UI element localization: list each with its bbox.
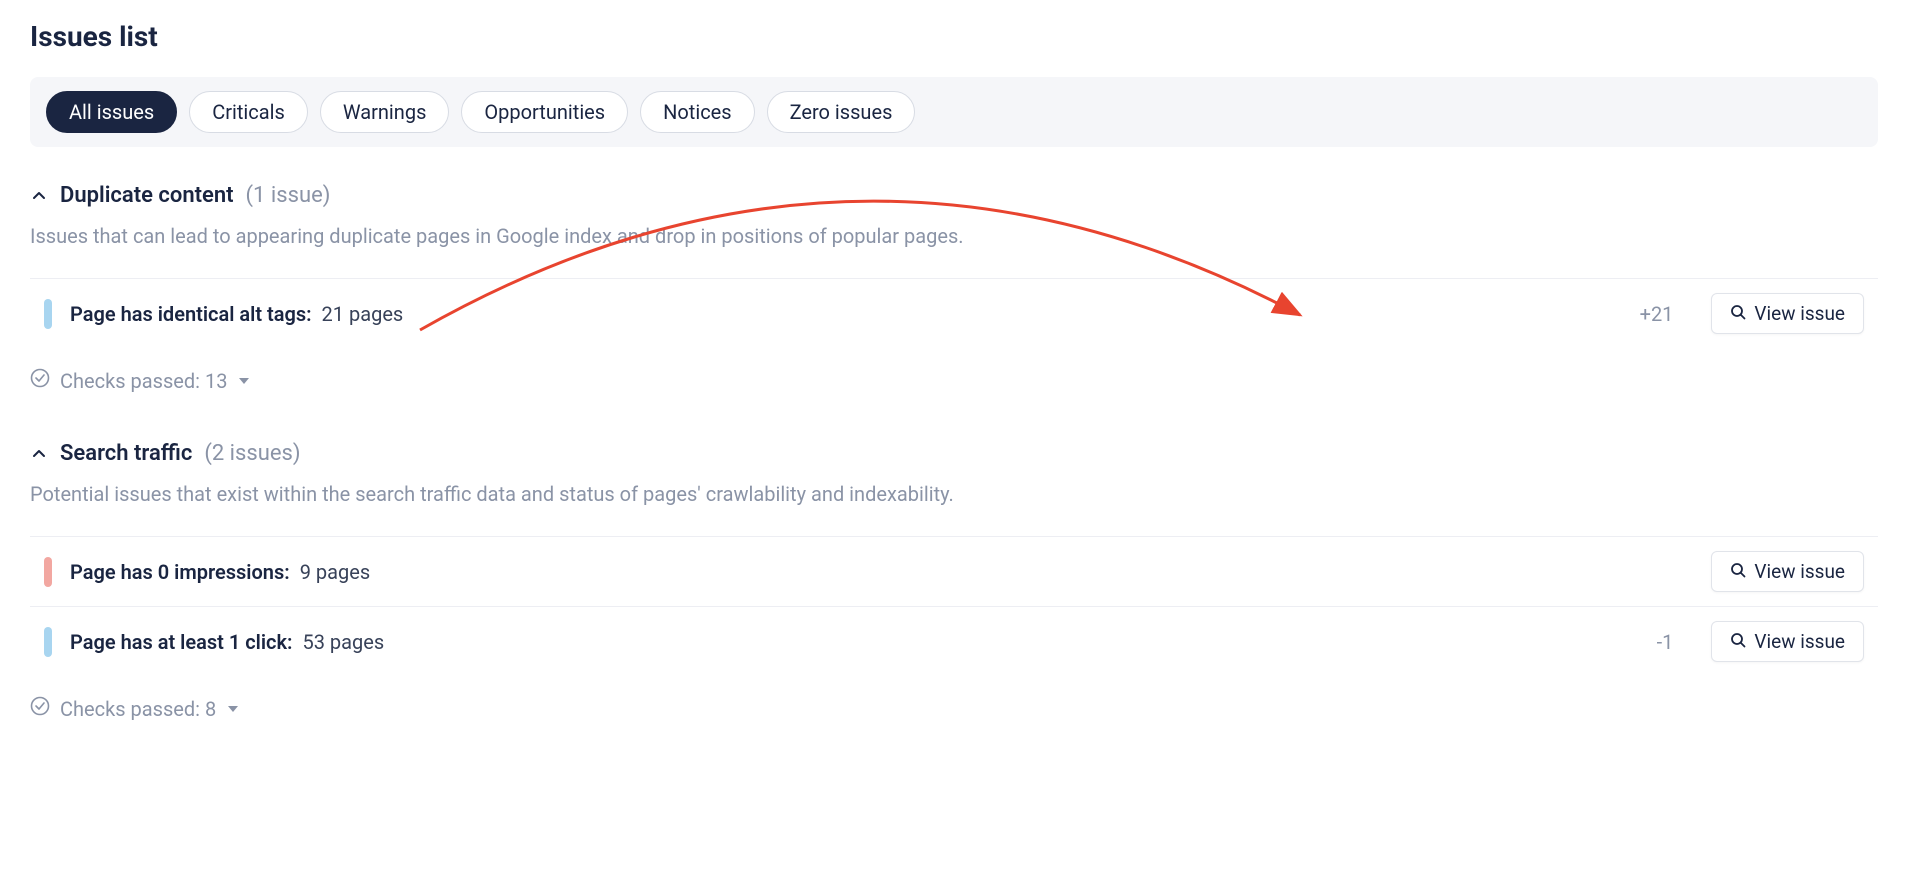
filter-bar: All issues Criticals Warnings Opportunit… [30, 77, 1878, 147]
issue-text: Page has 0 impressions: 9 pages [70, 560, 370, 584]
severity-indicator [44, 627, 52, 657]
issue-pages-count: 53 pages [302, 630, 384, 654]
page-title: Issues list [30, 20, 1878, 53]
chevron-up-icon [30, 187, 48, 205]
checks-passed-duplicate[interactable]: Checks passed: 13 [30, 368, 1878, 393]
view-issue-button[interactable]: View issue [1711, 551, 1864, 592]
view-issue-label: View issue [1754, 630, 1845, 653]
check-circle-icon [30, 368, 50, 393]
section-description: Potential issues that exist within the s… [30, 480, 1878, 508]
chevron-up-icon [30, 445, 48, 463]
issues-list-container: Issues list All issues Criticals Warning… [30, 20, 1878, 721]
section-search-traffic: Search traffic (2 issues) Potential issu… [30, 441, 1878, 721]
issue-title: Page has at least 1 click: [70, 630, 293, 654]
issue-text: Page has identical alt tags: 21 pages [70, 302, 403, 326]
issue-row: Page has identical alt tags: 21 pages +2… [30, 278, 1878, 348]
chevron-down-icon [239, 378, 249, 384]
section-title: Duplicate content [60, 183, 234, 208]
view-issue-button[interactable]: View issue [1711, 293, 1864, 334]
section-count: (2 issues) [204, 441, 300, 466]
section-title: Search traffic [60, 441, 192, 466]
search-icon [1730, 302, 1746, 325]
check-circle-icon [30, 696, 50, 721]
issue-title: Page has 0 impressions: [70, 560, 290, 584]
issue-pages-count: 9 pages [300, 560, 370, 584]
section-duplicate-content: Duplicate content (1 issue) Issues that … [30, 183, 1878, 393]
filter-warnings[interactable]: Warnings [320, 91, 450, 133]
checks-passed-label: Checks passed: 8 [60, 697, 216, 721]
checks-passed-label: Checks passed: 13 [60, 369, 227, 393]
severity-indicator [44, 299, 52, 329]
issue-delta: +21 [1640, 302, 1674, 326]
filter-zero-issues[interactable]: Zero issues [767, 91, 916, 133]
section-count: (1 issue) [246, 183, 331, 208]
section-header-search-traffic[interactable]: Search traffic (2 issues) [30, 441, 1878, 466]
section-header-duplicate[interactable]: Duplicate content (1 issue) [30, 183, 1878, 208]
severity-indicator [44, 557, 52, 587]
filter-criticals[interactable]: Criticals [189, 91, 308, 133]
filter-opportunities[interactable]: Opportunities [461, 91, 628, 133]
filter-notices[interactable]: Notices [640, 91, 754, 133]
section-description: Issues that can lead to appearing duplic… [30, 222, 1878, 250]
issue-row: Page has at least 1 click: 53 pages -1 V… [30, 606, 1878, 676]
search-icon [1730, 560, 1746, 583]
issue-title: Page has identical alt tags: [70, 302, 312, 326]
filter-all-issues[interactable]: All issues [46, 91, 177, 133]
issue-text: Page has at least 1 click: 53 pages [70, 630, 384, 654]
issue-row: Page has 0 impressions: 9 pages View iss… [30, 536, 1878, 606]
view-issue-button[interactable]: View issue [1711, 621, 1864, 662]
view-issue-label: View issue [1754, 302, 1845, 325]
issue-pages-count: 21 pages [322, 302, 404, 326]
search-icon [1730, 630, 1746, 653]
issue-delta: -1 [1657, 630, 1674, 654]
checks-passed-search-traffic[interactable]: Checks passed: 8 [30, 696, 1878, 721]
chevron-down-icon [228, 706, 238, 712]
view-issue-label: View issue [1754, 560, 1845, 583]
